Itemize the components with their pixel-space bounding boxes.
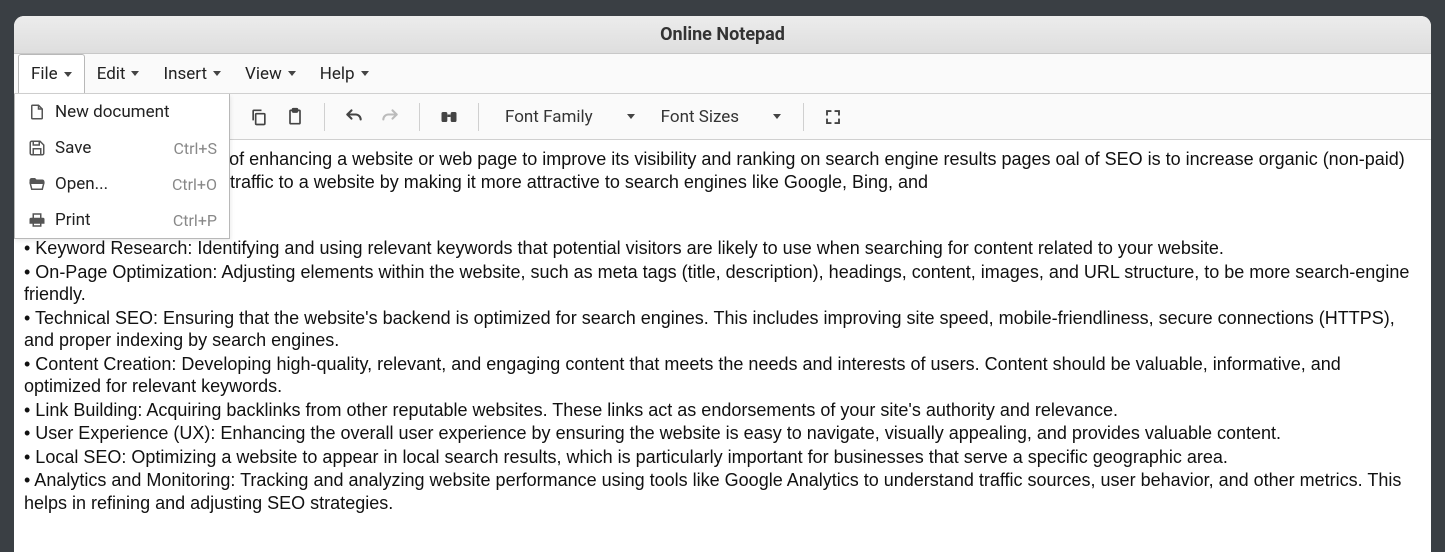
- find-replace-button[interactable]: [432, 100, 466, 134]
- open-icon: [27, 174, 47, 194]
- menu-new-document[interactable]: New document: [15, 94, 229, 130]
- menu-open-label: Open...: [55, 174, 172, 194]
- menu-save-shortcut: Ctrl+S: [173, 139, 217, 158]
- fullscreen-button[interactable]: [816, 100, 850, 134]
- menu-edit-label: Edit: [97, 64, 126, 84]
- redo-icon: [380, 107, 400, 127]
- toolbar-separator: [419, 103, 420, 131]
- chevron-down-icon: [361, 71, 369, 76]
- chevron-down-icon: [213, 71, 221, 76]
- bullet-item: • Keyword Research: Identifying and usin…: [24, 237, 1421, 260]
- paragraph-intro: tion (SEO) is the process of enhancing a…: [230, 148, 1421, 193]
- chevron-down-icon: [288, 71, 296, 76]
- menu-print-shortcut: Ctrl+P: [173, 211, 217, 230]
- bullet-list: • Keyword Research: Identifying and usin…: [24, 237, 1421, 514]
- menu-save[interactable]: Save Ctrl+S: [15, 130, 229, 166]
- menu-save-label: Save: [55, 138, 173, 158]
- undo-icon: [344, 107, 364, 127]
- bullet-item: • Link Building: Acquiring backlinks fro…: [24, 399, 1421, 422]
- bullet-item: • Technical SEO: Ensuring that the websi…: [24, 307, 1421, 352]
- menu-help[interactable]: Help: [308, 54, 381, 93]
- binoculars-icon: [439, 107, 459, 127]
- titlebar: Online Notepad: [14, 16, 1431, 54]
- redo-button[interactable]: [373, 100, 407, 134]
- toolbar-separator: [478, 103, 479, 131]
- print-icon: [27, 210, 47, 230]
- font-size-label: Font Sizes: [661, 107, 739, 127]
- bullet-item: • User Experience (UX): Enhancing the ov…: [24, 422, 1421, 445]
- save-icon: [27, 138, 47, 158]
- font-family-select[interactable]: Font Family: [491, 100, 645, 134]
- menu-edit[interactable]: Edit: [85, 54, 152, 93]
- chevron-down-icon: [64, 72, 72, 77]
- app-title: Online Notepad: [660, 24, 785, 45]
- fullscreen-icon: [824, 108, 842, 126]
- chevron-down-icon: [131, 71, 139, 76]
- paste-button[interactable]: [278, 100, 312, 134]
- menu-print[interactable]: Print Ctrl+P: [15, 202, 229, 238]
- menu-view[interactable]: View: [233, 54, 308, 93]
- menu-new-document-label: New document: [55, 102, 217, 122]
- font-family-label: Font Family: [505, 107, 593, 127]
- menu-insert[interactable]: Insert: [151, 54, 233, 93]
- menu-view-label: View: [245, 64, 282, 84]
- menubar: File Edit Insert View Help: [14, 54, 1431, 94]
- chevron-down-icon: [773, 114, 781, 119]
- copy-button[interactable]: [242, 100, 276, 134]
- menu-print-label: Print: [55, 210, 173, 230]
- menu-file-label: File: [31, 64, 58, 84]
- menu-open[interactable]: Open... Ctrl+O: [15, 166, 229, 202]
- menu-open-shortcut: Ctrl+O: [172, 175, 217, 194]
- undo-button[interactable]: [337, 100, 371, 134]
- font-size-select[interactable]: Font Sizes: [647, 100, 791, 134]
- paste-icon: [285, 107, 305, 127]
- bullet-item: • Content Creation: Developing high-qual…: [24, 353, 1421, 398]
- copy-icon: [249, 107, 269, 127]
- menu-help-label: Help: [320, 64, 355, 84]
- toolbar-separator: [324, 103, 325, 131]
- new-document-icon: [27, 102, 47, 122]
- menu-insert-label: Insert: [163, 64, 207, 84]
- bullet-item: • Local SEO: Optimizing a website to app…: [24, 446, 1421, 469]
- bullet-item: • Analytics and Monitoring: Tracking and…: [24, 469, 1421, 514]
- bullet-item: • On-Page Optimization: Adjusting elemen…: [24, 261, 1421, 306]
- toolbar-separator: [803, 103, 804, 131]
- menu-file[interactable]: File: [18, 54, 85, 93]
- file-dropdown: New document Save Ctrl+S Open... Ctrl+O …: [14, 94, 230, 239]
- chevron-down-icon: [627, 114, 635, 119]
